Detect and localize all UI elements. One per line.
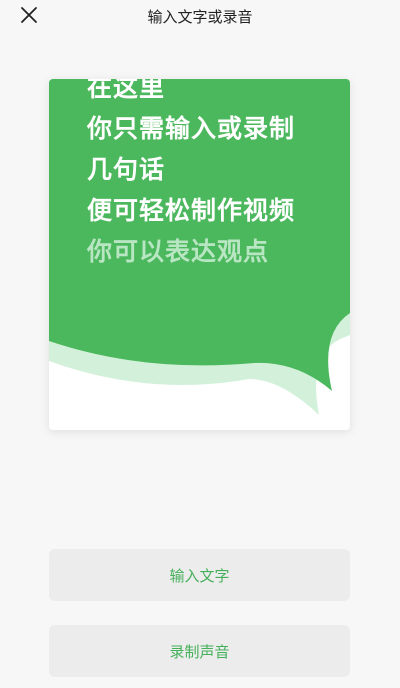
intro-line-faded: 你可以表达观点 <box>87 237 270 266</box>
record-audio-button[interactable]: 录制声音 <box>49 625 350 677</box>
page-title: 输入文字或录音 <box>147 8 253 26</box>
input-text-button[interactable]: 输入文字 <box>49 549 350 601</box>
intro-line: 几句话 <box>87 155 166 184</box>
intro-line: 在这里 <box>87 79 166 102</box>
intro-line: 你只需输入或录制 <box>87 114 296 143</box>
intro-text-lines: 在这里 你只需输入或录制 几句话 便可轻松制作视频 你可以表达观点 <box>87 79 295 272</box>
top-bar: 输入文字或录音 <box>0 0 400 36</box>
preview-card: 在这里 你只需输入或录制 几句话 便可轻松制作视频 你可以表达观点 <box>49 79 350 430</box>
intro-line: 便可轻松制作视频 <box>87 196 296 225</box>
